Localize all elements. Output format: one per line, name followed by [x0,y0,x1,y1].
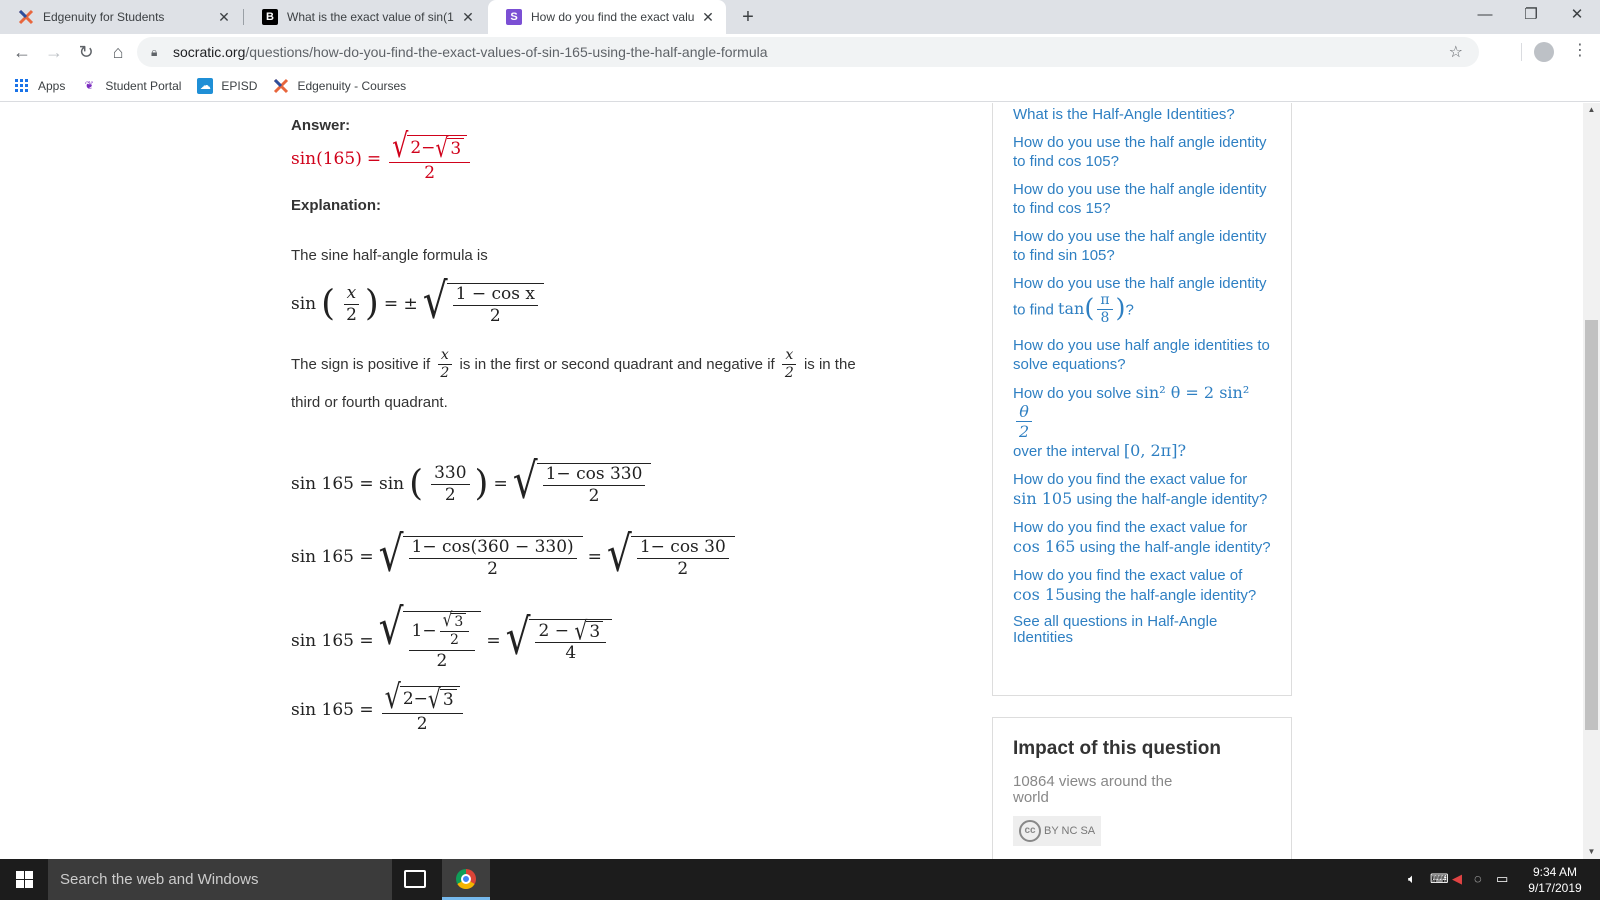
bookmarks-bar: Apps ❦ Student Portal ☁ EPISD Edgenuity … [0,70,1600,102]
windows-taskbar: Search the web and Windows 🔈︎ ⌨ ◀ ◌ ▭ 9:… [0,859,1600,900]
related-link-sin105[interactable]: How do you find the exact value for sin … [1013,470,1271,509]
profile-avatar[interactable] [1534,42,1554,62]
scroll-up-icon[interactable]: ▲ [1583,103,1600,117]
alert-icon[interactable]: ◀ [1452,871,1462,887]
step-1-equation: sin 165 = sin( 330 2 ) = √ 1− cos 330 2 [291,457,656,507]
related-questions: What is the Half-Angle Identities? How d… [992,103,1292,696]
answer-equation: sin(165) = √ 2− √ 3 2 [291,131,475,182]
related-link-solve[interactable]: How do you solve sin² θ = 2 sin² θ2 over… [1013,383,1271,461]
edgenuity-x-icon [18,9,34,25]
sign-explanation-cont: third or fourth quadrant. [291,394,448,411]
creative-commons-icon: cc [1019,820,1041,842]
step-4-equation: sin 165 = √ 2− √ 3 2 [291,682,468,733]
chrome-icon [456,869,476,889]
bookmark-edgenuity-courses[interactable]: Edgenuity - Courses [273,78,406,94]
explanation-label: Explanation: [291,197,382,214]
related-link[interactable]: How do you use the half angle identity t… [1013,133,1271,171]
answer-fraction: √ 2− √ 3 2 [389,131,471,182]
half-angle-formula: sin( x2 ) = ± √ 1 − cos x2 [291,277,549,327]
task-view-icon[interactable] [404,870,426,888]
windows-logo-icon [15,871,33,888]
bookmark-episd[interactable]: ☁ EPISD [197,77,257,94]
speaker-icon[interactable]: 🔈︎ [1408,871,1416,887]
related-link[interactable]: How do you use the half angle identity t… [1013,227,1271,265]
related-link[interactable]: How do you use half angle identities to … [1013,336,1271,374]
apps-grid-icon [14,78,30,94]
minimize-button[interactable]: — [1462,0,1508,30]
restore-button[interactable]: ❐ [1508,0,1554,30]
close-tab-icon[interactable]: ✕ [216,9,232,26]
page-content: Answer: sin(165) = √ 2− √ 3 2 Explanation: T… [0,103,1583,859]
network-icon[interactable]: ◌ [1474,871,1482,886]
tab-strip: Edgenuity for Students ✕ B What is the e… [0,0,1600,34]
sign-explanation: The sign is positive if x2 is in the fir… [291,347,856,382]
impact-title: Impact of this question [1013,738,1221,759]
address-bar[interactable]: 🔒︎ socratic.org/questions/how-do-you-fin… [137,37,1479,67]
step-2-equation: sin 165 = √ 1− cos(360 − 330) 2 = √ 1− cos … [291,530,740,580]
bookmark-star-icon[interactable]: ☆ [1449,42,1463,62]
url-path: /questions/how-do-you-find-the-exact-val… [245,44,768,60]
tab-brainly[interactable]: B What is the exact value of sin(165 ✕ [244,0,486,34]
close-tab-icon[interactable]: ✕ [460,9,476,26]
chrome-taskbar-button[interactable] [442,859,490,900]
bookmark-apps[interactable]: Apps [14,78,65,94]
tab-edgenuity[interactable]: Edgenuity for Students ✕ [0,0,242,34]
browser-toolbar: ← → ↻ ⌂ 🔒︎ socratic.org/questions/how-do… [0,34,1600,70]
related-link-cos165[interactable]: How do you find the exact value for cos … [1013,518,1271,557]
see-all-link[interactable]: See all questions in Half-Angle Identiti… [1013,613,1271,646]
tab-socratic[interactable]: S How do you find the exact value ✕ [488,0,726,34]
related-link[interactable]: What is the Half-Angle Identities? [1013,105,1271,124]
answer-label: Answer: [291,117,351,134]
back-arrow-icon[interactable]: ← [8,38,36,66]
impact-box: Impact of this question 10864 views arou… [992,717,1292,859]
lock-icon: 🔒︎ [151,44,158,59]
episd-cloud-icon: ☁ [197,77,214,94]
brainly-icon: B [262,9,278,25]
toolbar-separator [1521,43,1522,61]
reload-icon[interactable]: ↻ [72,38,100,66]
home-icon[interactable]: ⌂ [104,38,132,66]
action-center-icon[interactable]: ▭ [1496,871,1508,887]
taskbar-clock[interactable]: 9:34 AM 9/17/2019 [1520,864,1590,896]
socratic-icon: S [506,9,522,25]
page-scrollbar[interactable]: ▲ ▼ [1583,103,1600,859]
menu-dots-icon[interactable]: ⋮ [1572,40,1588,60]
license-badge[interactable]: cc BY NC SA [1013,816,1102,846]
related-link-tan[interactable]: How do you use the half angle identity t… [1013,274,1271,327]
edgenuity-x-icon [273,78,289,94]
step-3-equation: sin 165 = √ 1− √ 3 2 2 = √ 2 − √ 3 4 [291,603,617,670]
keyboard-icon[interactable]: ⌨ [1430,871,1449,887]
student-portal-icon: ❦ [84,80,94,92]
related-link-cos15[interactable]: How do you find the exact value of cos 1… [1013,566,1271,605]
new-tab-button[interactable]: + [734,3,762,31]
taskbar-search[interactable]: Search the web and Windows [48,859,392,900]
url-host: socratic.org [173,44,246,60]
start-button[interactable] [0,859,48,900]
scroll-down-icon[interactable]: ▼ [1583,845,1600,859]
formula-intro: The sine half-angle formula is [291,247,488,264]
views-count: 10864 views around the world [1013,773,1173,806]
bookmark-student-portal[interactable]: ❦ Student Portal [81,78,182,94]
forward-arrow-icon[interactable]: → [40,38,68,66]
scroll-thumb[interactable] [1585,320,1598,730]
close-tab-icon[interactable]: ✕ [700,9,716,26]
related-link[interactable]: How do you use the half angle identity t… [1013,180,1271,218]
close-window-button[interactable]: ✕ [1554,0,1600,30]
